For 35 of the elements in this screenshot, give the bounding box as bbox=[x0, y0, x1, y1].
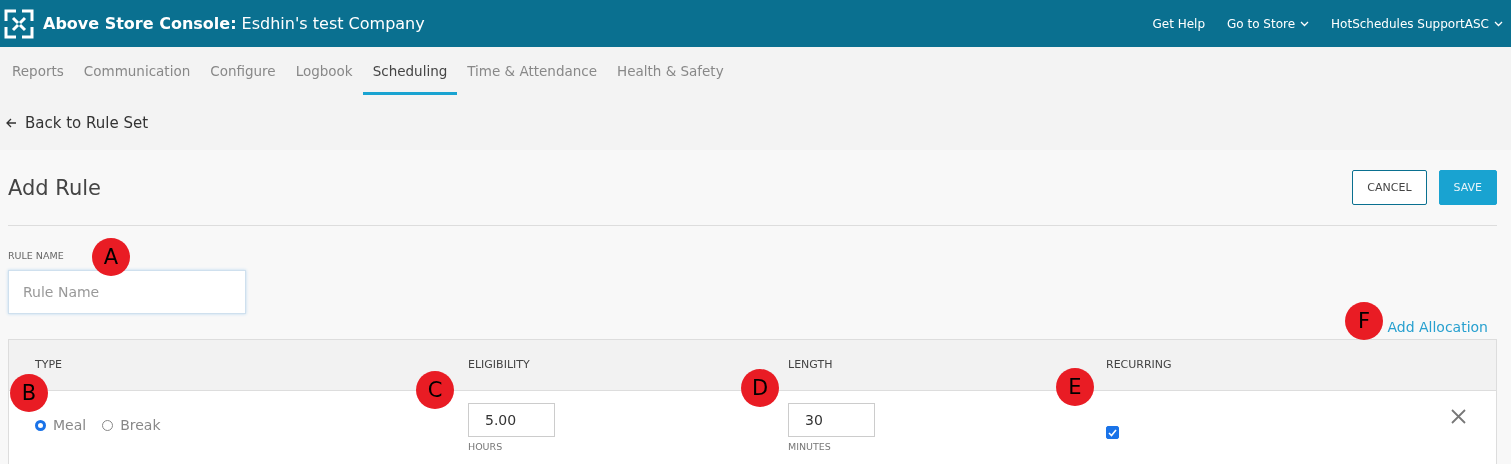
column-header: ELIGIBILITY bbox=[468, 358, 530, 371]
add-allocation-link[interactable]: Add Allocation bbox=[1387, 318, 1488, 335]
page-title: Add Rule bbox=[8, 175, 102, 200]
header-link[interactable]: Go to Store bbox=[1227, 16, 1310, 31]
cancel-button[interactable]: CANCEL bbox=[1352, 170, 1427, 205]
chevron-down-icon bbox=[1494, 20, 1503, 27]
nav-tab[interactable]: Time & Attendance bbox=[457, 47, 607, 95]
back-link[interactable]: Back to Rule Set bbox=[6, 113, 149, 132]
type-radio[interactable]: Meal bbox=[35, 417, 87, 433]
length-field[interactable]: 30 bbox=[788, 403, 875, 437]
chevron-down-icon bbox=[1300, 20, 1310, 27]
nav-tab[interactable]: Communication bbox=[73, 47, 201, 95]
type-radio[interactable]: Break bbox=[102, 417, 161, 433]
nav-tab[interactable]: Reports bbox=[2, 47, 74, 95]
arrow-left-icon bbox=[6, 117, 17, 128]
callout-marker: F bbox=[1345, 302, 1383, 340]
logo-icon bbox=[4, 8, 34, 39]
close-icon[interactable] bbox=[1451, 409, 1466, 424]
app-title: Above Store Console: Esdhin's test Company bbox=[43, 14, 425, 33]
column-header: TYPE bbox=[35, 358, 63, 371]
header-link[interactable]: Get Help bbox=[1152, 16, 1206, 31]
save-button[interactable]: SAVE bbox=[1438, 170, 1497, 205]
eligibility-field[interactable]: 5.00 bbox=[468, 403, 555, 437]
unit-label: MINUTES bbox=[788, 441, 832, 452]
rule-name-field[interactable]: Rule Name bbox=[8, 270, 246, 314]
field-label: RULE NAME bbox=[8, 250, 64, 261]
recurring-checkbox[interactable] bbox=[1106, 426, 1119, 439]
nav-tab[interactable]: Logbook bbox=[285, 47, 363, 95]
unit-label: HOURS bbox=[468, 441, 504, 452]
column-header: RECURRING bbox=[1106, 358, 1172, 371]
callout-marker: A bbox=[92, 238, 130, 276]
column-header: LENGTH bbox=[788, 358, 833, 371]
nav-tab[interactable]: Health & Safety bbox=[607, 47, 734, 95]
header-link[interactable]: HotSchedules SupportASC bbox=[1331, 16, 1503, 31]
nav-tab[interactable]: Configure bbox=[200, 47, 286, 95]
